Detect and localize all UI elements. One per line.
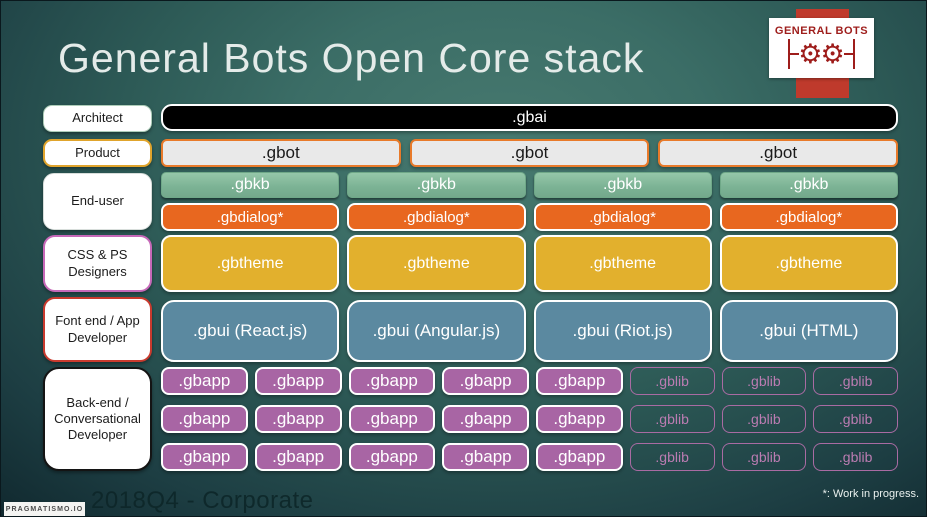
page-title: General Bots Open Core stack: [58, 35, 645, 81]
row-backend-3: .gbapp .gbapp .gbapp .gbapp .gbapp .gbli…: [161, 443, 898, 471]
bar-gbapp: .gbapp: [442, 367, 529, 395]
bar-gbapp: .gbapp: [161, 443, 248, 471]
bar-gblib: .gblib: [721, 405, 807, 433]
bar-gbapp: .gbapp: [442, 443, 529, 471]
bar-gbdialog: .gbdialog*: [719, 203, 898, 231]
bar-gblib: .gblib: [813, 443, 898, 471]
label-end-user: End-user: [43, 173, 152, 230]
bar-gbkb: .gbkb: [347, 172, 526, 198]
logo-brand-text: GENERAL BOTS: [774, 25, 869, 37]
bar-gbdialog: .gbdialog*: [533, 203, 712, 231]
bar-gblib: .gblib: [813, 405, 898, 433]
bar-gbdialog: .gbdialog*: [161, 203, 340, 231]
slide-canvas: General Bots Open Core stack GENERAL BOT…: [0, 0, 927, 517]
row-product: .gbot .gbot .gbot: [161, 139, 899, 167]
bar-gbapp: .gbapp: [161, 367, 248, 395]
label-architect: Architect: [43, 105, 152, 132]
bar-gbapp: .gbapp: [536, 367, 623, 395]
bar-gblib: .gblib: [721, 443, 807, 471]
bar-gbapp: .gbapp: [254, 443, 342, 471]
bar-gbot: .gbot: [161, 139, 401, 167]
bar-gblib: .gblib: [629, 367, 715, 395]
bar-gbai: .gbai: [161, 104, 898, 131]
bar-gbapp: .gbapp: [254, 367, 342, 395]
bar-gblib: .gblib: [629, 443, 715, 471]
row-gbtheme: .gbtheme .gbtheme .gbtheme .gbtheme: [161, 235, 898, 292]
label-frontend-app-developer: Font end / App Developer: [43, 297, 152, 362]
bar-gbtheme: .gbtheme: [161, 235, 340, 292]
bar-gbapp: .gbapp: [254, 405, 342, 433]
bar-gbapp: .gbapp: [536, 405, 623, 433]
bar-gbtheme: .gbtheme: [719, 235, 898, 292]
bar-gbapp: .gbapp: [348, 367, 436, 395]
bar-gbot: .gbot: [658, 139, 899, 167]
row-gbui: .gbui (React.js) .gbui (Angular.js) .gbu…: [161, 300, 898, 362]
caliper-bar-icon: [852, 39, 856, 69]
bar-gbkb: .gbkb: [719, 172, 898, 198]
row-backend-1: .gbapp .gbapp .gbapp .gbapp .gbapp .gbli…: [161, 367, 898, 395]
bar-gbui-react: .gbui (React.js): [161, 300, 340, 362]
gear-icon: ⚙: [820, 38, 845, 70]
gear-icon: ⚙: [798, 38, 823, 70]
row-backend-2: .gbapp .gbapp .gbapp .gbapp .gbapp .gbli…: [161, 405, 898, 433]
row-gbkb: .gbkb .gbkb .gbkb .gbkb: [161, 172, 898, 198]
label-css-ps-designers: CSS & PS Designers: [43, 235, 152, 292]
bar-gblib: .gblib: [721, 367, 807, 395]
work-in-progress-note: *: Work in progress.: [822, 488, 919, 500]
bar-gbtheme: .gbtheme: [533, 235, 712, 292]
bar-gbdialog: .gbdialog*: [347, 203, 526, 231]
bar-gbtheme: .gbtheme: [347, 235, 526, 292]
general-bots-logo: GENERAL BOTS ⚙ ⚙: [769, 18, 874, 78]
bar-gbui-html: .gbui (HTML): [719, 300, 898, 362]
gears-icon: ⚙ ⚙: [787, 37, 856, 71]
bar-gbapp: .gbapp: [442, 405, 529, 433]
bar-gbapp: .gbapp: [348, 405, 436, 433]
label-backend-conversational-developer: Back-end / Conversational Developer: [43, 367, 152, 471]
bar-gbui-angular: .gbui (Angular.js): [347, 300, 526, 362]
label-product: Product: [43, 139, 152, 167]
bar-gblib: .gblib: [813, 367, 898, 395]
bar-gbapp: .gbapp: [161, 405, 248, 433]
bar-gbapp: .gbapp: [536, 443, 623, 471]
row-gbdialog: .gbdialog* .gbdialog* .gbdialog* .gbdial…: [161, 203, 898, 231]
bar-gblib: .gblib: [629, 405, 715, 433]
bar-gbapp: .gbapp: [348, 443, 436, 471]
row-architect: .gbai: [161, 104, 898, 131]
caliper-line-icon: [843, 52, 853, 56]
bar-gbkb: .gbkb: [161, 172, 340, 198]
bar-gbkb: .gbkb: [533, 172, 712, 198]
bar-gbui-riot: .gbui (Riot.js): [533, 300, 712, 362]
bar-gbot: .gbot: [409, 139, 650, 167]
footer-caption: 2018Q4 - Corporate: [91, 487, 314, 514]
pragmatismo-logo: PRAGMATISMO.IO: [4, 502, 85, 516]
